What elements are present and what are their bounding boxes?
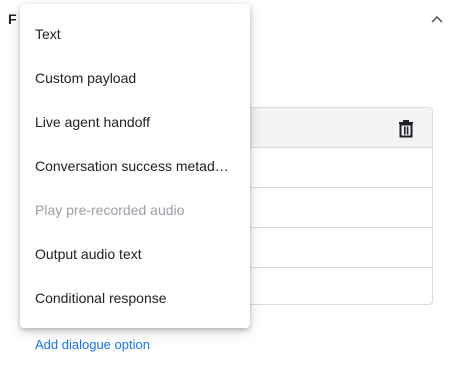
menu-item-live-agent-handoff[interactable]: Live agent handoff [20, 100, 250, 144]
menu-item-conditional-response[interactable]: Conditional response [20, 276, 250, 320]
menu-item-output-audio-text[interactable]: Output audio text [20, 232, 250, 276]
menu-item-play-pre-recorded-audio: Play pre-recorded audio [35, 202, 185, 218]
add-dialogue-option-link[interactable]: Add dialogue option [35, 337, 150, 352]
collapse-button[interactable] [429, 12, 445, 26]
delete-button[interactable] [398, 120, 414, 138]
trash-icon [399, 120, 413, 138]
chevron-up-icon [431, 15, 443, 23]
section-title: F [8, 11, 17, 27]
response-type-menu: Text Custom payload Live agent handoff C… [20, 4, 250, 328]
menu-item-custom-payload[interactable]: Custom payload [20, 56, 250, 100]
menu-item-text[interactable]: Text [20, 12, 250, 56]
page: F will respond to the end-user. Add dial… [0, 0, 455, 367]
menu-item-conversation-success-metadata[interactable]: Conversation success metad… [20, 144, 250, 188]
